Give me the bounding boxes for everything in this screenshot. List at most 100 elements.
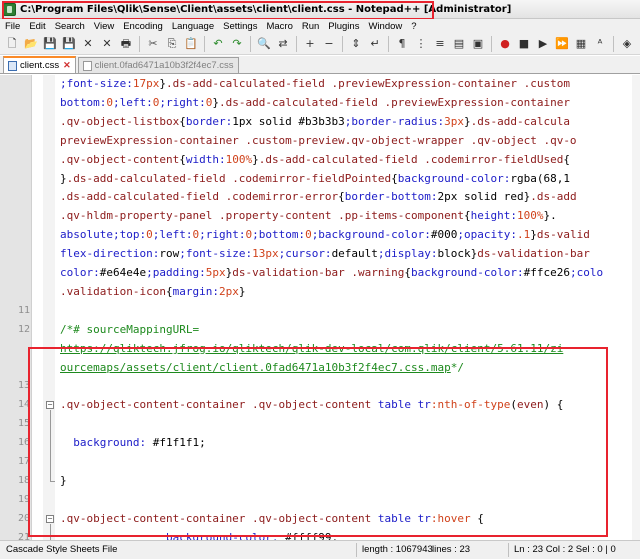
code-token: */ (450, 361, 464, 374)
undo-icon[interactable]: ↶ (210, 36, 226, 52)
tab-bar: client.css ✕ client.0fad6471a10b3f2f4ec7.c… (0, 56, 640, 74)
menu-macro[interactable]: Macro (266, 21, 292, 32)
code-token: { (463, 209, 471, 222)
toolbar-separator (139, 35, 140, 52)
code-token: tr (417, 398, 431, 411)
save-all-icon[interactable]: 💾 (61, 36, 77, 52)
code-line: https://qliktech.jfrog.io/qliktech/qlik-… (0, 340, 640, 358)
code-token: ; (331, 531, 339, 540)
line-number: 12 (17, 324, 30, 335)
new-file-icon[interactable]: 🗋 (4, 36, 20, 52)
tab-client-hashed-css[interactable]: client.0fad6471a10b3f2f4ec7.css (77, 57, 239, 73)
code-token: table (377, 512, 418, 525)
code-token: .ds-add-calculated-field .previewExpress… (165, 77, 570, 90)
code-token: background-color: (165, 531, 279, 540)
code-token: ds-valid (536, 228, 590, 241)
menu-language[interactable]: Language (172, 21, 214, 32)
tab-close-icon[interactable]: ✕ (63, 60, 71, 71)
fold-guide (50, 410, 51, 481)
vertical-scrollbar[interactable] (632, 75, 640, 540)
code-token: 2px solid red (437, 190, 524, 203)
code-token: background: (60, 436, 147, 449)
menu-search[interactable]: Search (55, 21, 85, 32)
code-token: border-bottom: (344, 190, 438, 203)
menu-bar: File Edit Search View Encoding Language Settin… (0, 19, 640, 33)
copy-icon[interactable]: ⎘ (164, 36, 180, 52)
toolbar-separator (204, 35, 205, 52)
save-macro-icon[interactable]: ▦ (573, 36, 589, 52)
editor[interactable]: ;font-size:17px}.ds-add-calculated-field… (0, 75, 640, 540)
code-line: bottom:0;left:0;right:0}.ds-add-calculat… (0, 94, 640, 112)
html-tag-icon[interactable]: ◈ (619, 36, 635, 52)
code-token: } (159, 77, 166, 90)
replace-icon[interactable]: ⇄ (275, 36, 291, 52)
code-text: bottom:0;left:0;right:0}.ds-add-calculat… (60, 94, 570, 112)
cut-icon[interactable]: ✂ (145, 36, 161, 52)
code-token: ;left: (152, 228, 193, 241)
fold-toggle-icon[interactable]: − (46, 515, 54, 523)
menu-edit[interactable]: Edit (29, 21, 45, 32)
code-line: color:#e64e4e;padding:5px}ds-validation-… (0, 264, 640, 282)
toolbar-separator (613, 35, 614, 52)
play-macro-icon[interactable]: ▶ (535, 36, 551, 52)
code-token: 5px (205, 266, 226, 279)
code-line: 17 (0, 453, 640, 471)
function-list-icon[interactable]: ≡ (432, 36, 448, 52)
folder-workspace-icon[interactable]: ▣ (470, 36, 486, 52)
code-token: 0 (146, 228, 153, 241)
code-line: previewExpression-container .custom-prev… (0, 132, 640, 150)
code-token: #000 (430, 228, 458, 241)
code-line: 21 background-color: #ffff99; (0, 529, 640, 540)
menu-help[interactable]: ? (411, 21, 416, 32)
paste-icon[interactable]: 📋 (183, 36, 199, 52)
zoom-out-icon[interactable]: − (321, 36, 337, 52)
code-token: ;right: (159, 96, 206, 109)
code-line: .qv-object-listbox{border:1px solid #b3b… (0, 113, 640, 131)
close-all-icon[interactable]: ✕ (99, 36, 115, 52)
menu-encoding[interactable]: Encoding (123, 21, 163, 32)
find-icon[interactable]: 🔍 (256, 36, 272, 52)
menu-settings[interactable]: Settings (223, 21, 257, 32)
code-token: https://qliktech.jfrog.io/qliktech/qlik-… (60, 342, 564, 355)
line-number: 16 (17, 437, 30, 448)
fold-toggle-icon[interactable]: − (46, 401, 54, 409)
toolbar-separator (388, 35, 389, 52)
tab-client-css[interactable]: client.css ✕ (3, 56, 76, 73)
play-multiple-icon[interactable]: ⏩ (554, 36, 570, 52)
code-token: block (437, 247, 471, 260)
code-text: .qv-hldm-property-panel .property-conten… (60, 207, 557, 225)
code-token: } (530, 228, 537, 241)
zoom-in-icon[interactable]: + (302, 36, 318, 52)
code-text: color:#e64e4e;padding:5px}ds-validation-… (60, 264, 603, 282)
code-token: even (517, 398, 544, 411)
word-wrap-icon[interactable]: ↵ (367, 36, 383, 52)
code-line: 13 (0, 377, 640, 395)
code-token: 13px (252, 247, 279, 260)
code-line: 16 background: #f1f1f1; (0, 434, 640, 452)
stop-macro-icon[interactable]: ■ (516, 36, 532, 52)
menu-window[interactable]: Window (368, 21, 402, 32)
menu-view[interactable]: View (94, 21, 114, 32)
menu-file[interactable]: File (5, 21, 20, 32)
code-token: .qv-hldm-property-panel .property-conten… (60, 209, 464, 222)
save-icon[interactable]: 💾 (42, 36, 58, 52)
menu-run[interactable]: Run (302, 21, 319, 32)
record-macro-icon[interactable]: ● (497, 36, 513, 52)
sync-scroll-icon[interactable]: ⇕ (348, 36, 364, 52)
code-token: .1 (517, 228, 531, 241)
code-line: }.ds-add-calculated-field .codemirror-fi… (0, 170, 640, 188)
code-token: ;bottom: (252, 228, 306, 241)
close-icon[interactable]: ✕ (80, 36, 96, 52)
redo-icon[interactable]: ↷ (229, 36, 245, 52)
tab-label: client.0fad6471a10b3f2f4ec7.css (94, 60, 234, 71)
show-all-chars-icon[interactable]: ¶ (394, 36, 410, 52)
menu-plugins[interactable]: Plugins (328, 21, 359, 32)
line-number: 14 (17, 399, 30, 410)
print-icon[interactable]: 🖶 (118, 36, 134, 52)
open-file-icon[interactable]: 📂 (23, 36, 39, 52)
code-text: .qv-object-listbox{border:1px solid #b3b… (60, 113, 570, 131)
indent-guide-icon[interactable]: ⋮ (413, 36, 429, 52)
doc-map-icon[interactable]: ▤ (451, 36, 467, 52)
code-token: ;opacity: (457, 228, 518, 241)
spellcheck-icon[interactable]: ᴬ (592, 36, 608, 52)
